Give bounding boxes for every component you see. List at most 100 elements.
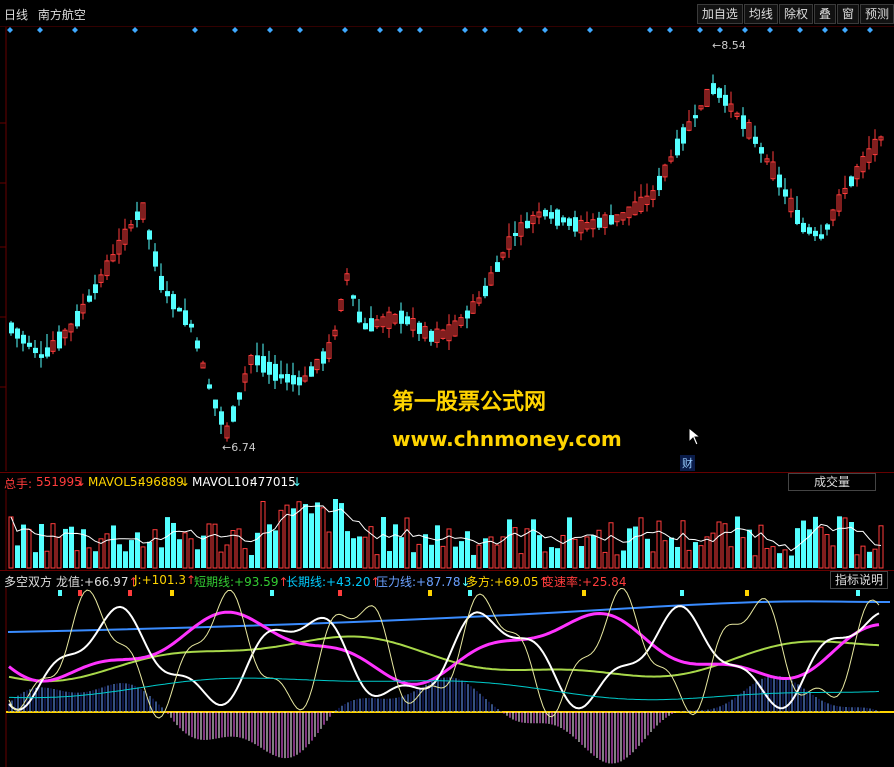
candle-down: [357, 311, 362, 323]
volume-bar-up: [872, 548, 878, 569]
volume-bar-up: [860, 545, 866, 569]
volume-bar-up: [50, 523, 56, 569]
volume-bar-up: [602, 551, 608, 569]
candle-down: [609, 215, 614, 225]
volume-bar-up: [518, 553, 524, 569]
volume-bar-down: [645, 538, 650, 568]
signal-diamond-icon: [267, 27, 273, 33]
overlay-button[interactable]: 叠: [813, 4, 836, 24]
candle-down: [195, 340, 200, 349]
volume-bar-up: [56, 536, 62, 569]
volume-bar-up: [440, 545, 446, 569]
volume-bar-down: [39, 524, 44, 568]
volume-bar-down: [633, 526, 638, 568]
candle-down: [753, 136, 758, 144]
candle-down: [135, 211, 140, 221]
volume-bar-down: [579, 546, 584, 568]
signal-marker: [856, 590, 860, 596]
candle-down: [675, 138, 680, 156]
volume-bar-up: [374, 554, 380, 569]
volume-bar-down: [669, 537, 674, 568]
volume-bar-up: [326, 531, 332, 569]
volume-bar-down: [159, 547, 164, 568]
volume-bar-up: [86, 547, 92, 569]
volume-bar-down: [63, 528, 68, 568]
candle-down: [207, 384, 212, 389]
volume-chart[interactable]: [0, 490, 894, 570]
volume-bar-down: [93, 551, 98, 568]
candle-down: [567, 218, 572, 226]
volume-indicator-select[interactable]: 成交量: [788, 473, 876, 491]
signal-marker: [428, 590, 432, 596]
candle-down: [795, 209, 800, 225]
volume-bar-down: [435, 525, 440, 568]
signal-marker: [338, 590, 342, 596]
indicator-chart[interactable]: [0, 588, 894, 767]
volume-bar-down: [837, 516, 842, 568]
volume-bar-up: [224, 544, 230, 569]
candle-down: [849, 176, 854, 187]
candle-down: [573, 217, 578, 232]
volume-bar-down: [567, 517, 572, 568]
candle-down: [405, 316, 410, 325]
volume-bar-up: [686, 549, 692, 569]
volume-bar-down: [123, 551, 128, 568]
candle-down: [183, 310, 188, 325]
window-button[interactable]: 窗: [836, 4, 859, 24]
candle-down: [819, 234, 824, 239]
volume-bar-down: [867, 551, 872, 568]
candle-down: [255, 355, 260, 366]
down-arrow-icon: ↓: [76, 475, 87, 489]
volume-bar-down: [171, 522, 176, 568]
volume-bar-down: [111, 525, 116, 568]
signal-diamond-icon: [822, 27, 828, 33]
volume-bar-down: [147, 541, 152, 568]
signal-marker: [745, 590, 749, 596]
volume-bar-down: [621, 550, 626, 568]
period-label[interactable]: 日线: [4, 8, 28, 22]
candle-down: [801, 222, 806, 233]
volume-bar-up: [152, 529, 158, 569]
signal-diamond-icon: [72, 27, 78, 33]
signal-diamond-icon: [667, 27, 673, 33]
indicator-help-button[interactable]: 指标说明: [829, 571, 888, 589]
volume-bar-up: [782, 549, 788, 569]
volume-bar-down: [807, 529, 812, 568]
candle-down: [363, 323, 368, 330]
volume-bar-up: [236, 528, 242, 569]
signal-diamond-icon: [397, 27, 403, 33]
candle-down: [513, 232, 518, 237]
volume-bar-up: [242, 548, 248, 569]
signal-diamond-icon: [482, 27, 488, 33]
candle-down: [285, 374, 290, 383]
volume-bar-up: [362, 536, 368, 569]
signal-marker: [270, 590, 274, 596]
signal-diamond-icon: [647, 27, 653, 33]
volume-bar-down: [135, 532, 140, 568]
volume-bar-up: [320, 507, 326, 569]
volume-bar-up: [818, 526, 824, 569]
candle-down: [597, 217, 602, 228]
ex-rights-button[interactable]: 除权: [778, 4, 813, 24]
candle-down: [711, 83, 716, 95]
signal-diamond-icon: [742, 27, 748, 33]
candle-down: [417, 322, 422, 334]
moving-average-button[interactable]: 均线: [743, 4, 778, 24]
candle-down: [75, 310, 80, 327]
volume-bar-down: [117, 544, 122, 568]
watermark-title: 第一股票公式网: [392, 390, 547, 415]
volume-bar-up: [638, 517, 644, 569]
volume-bar-down: [675, 546, 680, 568]
finance-badge[interactable]: 财: [680, 455, 695, 471]
mavol5-value: 496889: [138, 475, 184, 489]
volume-bar-down: [273, 530, 278, 568]
volume-bar-up: [8, 516, 14, 569]
pressure-line: [7, 600, 891, 633]
mouse-cursor-icon: [688, 427, 702, 446]
signal-diamond-icon: [417, 27, 423, 33]
add-watchlist-button[interactable]: 加自选: [696, 4, 743, 24]
candle-down: [777, 174, 782, 188]
forecast-button[interactable]: 预测: [859, 4, 894, 24]
total-volume-value: 551995: [36, 475, 82, 489]
mavol5-label: MAVOL5:: [88, 475, 142, 489]
